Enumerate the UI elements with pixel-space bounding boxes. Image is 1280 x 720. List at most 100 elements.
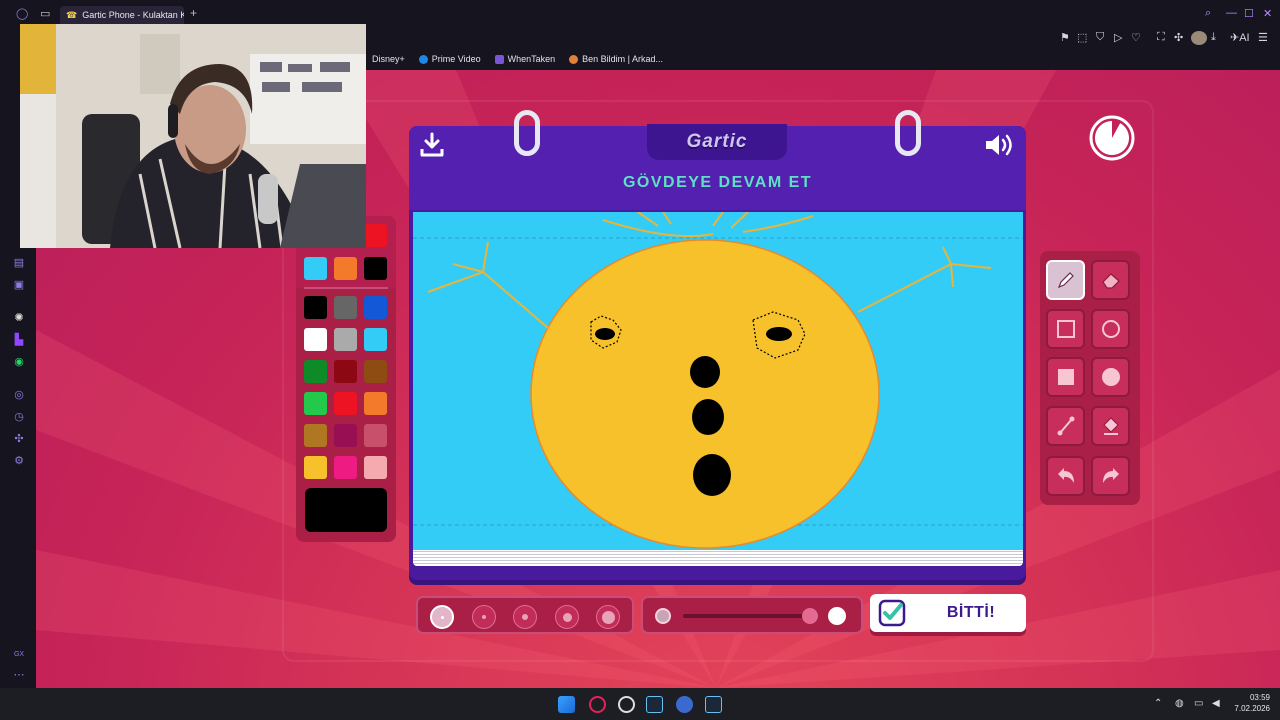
color-swatch[interactable] bbox=[364, 257, 387, 280]
start-windows-icon[interactable] bbox=[558, 696, 575, 713]
color-swatch[interactable] bbox=[364, 296, 387, 319]
size-dot bbox=[562, 612, 572, 622]
rectangle-fill-tool-button[interactable] bbox=[1046, 357, 1085, 397]
sidebar-gx-icon[interactable]: GX bbox=[12, 648, 26, 662]
avatar[interactable] bbox=[1191, 31, 1207, 45]
color-swatch[interactable] bbox=[364, 360, 387, 383]
color-swatch[interactable] bbox=[364, 224, 387, 247]
color-swatch[interactable] bbox=[334, 257, 357, 280]
brush-size-3-button[interactable] bbox=[513, 605, 537, 629]
sidebar-extensions-icon[interactable]: ✣ bbox=[12, 432, 26, 446]
brush-size-4-button[interactable] bbox=[555, 605, 579, 629]
tab-menu-icon[interactable]: ▭ bbox=[40, 7, 50, 20]
play-icon[interactable]: ▷ bbox=[1114, 31, 1122, 44]
tray-chevron-up-icon[interactable]: ⌃ bbox=[1154, 698, 1162, 709]
brush-size-1-button[interactable] bbox=[430, 605, 454, 629]
redo-button[interactable] bbox=[1091, 456, 1130, 496]
menu-icon[interactable]: ☰ bbox=[1258, 31, 1268, 44]
sidebar-settings-icon[interactable]: ⚙ bbox=[12, 454, 26, 468]
taskbar-steam-2-icon[interactable] bbox=[705, 696, 722, 713]
wallet-icon[interactable]: ⛶ bbox=[1157, 31, 1165, 44]
taskbar-obs-icon[interactable] bbox=[618, 696, 635, 713]
color-swatch[interactable] bbox=[334, 360, 357, 383]
sidebar-more-icon[interactable]: ⋯ bbox=[12, 668, 26, 682]
color-swatch[interactable] bbox=[304, 328, 327, 351]
download-icon[interactable] bbox=[419, 132, 445, 158]
check-icon bbox=[878, 599, 906, 627]
sidebar-twitch-icon[interactable]: ▙ bbox=[12, 333, 26, 347]
tray-volume-icon[interactable]: ◀ bbox=[1212, 698, 1220, 709]
color-swatch[interactable] bbox=[364, 424, 387, 447]
color-swatch[interactable] bbox=[334, 456, 357, 479]
whentaken-icon bbox=[494, 54, 504, 64]
rectangle-outline-tool-button[interactable] bbox=[1046, 309, 1085, 349]
minimize-icon[interactable]: — bbox=[1226, 7, 1237, 19]
color-swatch[interactable] bbox=[304, 456, 327, 479]
fill-bucket-tool-button[interactable] bbox=[1091, 406, 1130, 446]
done-button[interactable]: BİTTİ! bbox=[870, 594, 1026, 632]
redo-icon bbox=[1102, 468, 1119, 483]
sidebar-chatgpt-icon[interactable]: ✺ bbox=[12, 311, 26, 325]
tray-network-icon[interactable]: ▭ bbox=[1194, 698, 1203, 709]
line-tool-button[interactable] bbox=[1046, 406, 1085, 446]
ellipse-outline-icon bbox=[1101, 320, 1120, 338]
color-swatch[interactable] bbox=[364, 392, 387, 415]
shield-icon[interactable]: ⛉ bbox=[1096, 31, 1104, 44]
heart-icon[interactable]: ♡ bbox=[1131, 31, 1141, 44]
sidebar-aria-icon[interactable]: ◎ bbox=[12, 388, 26, 402]
palette-divider bbox=[304, 287, 388, 289]
ellipse-fill-tool-button[interactable] bbox=[1091, 357, 1130, 397]
bookmark-ben-bildim[interactable]: Ben Bildim | Arkad... bbox=[569, 54, 663, 64]
bookmark-prime-video[interactable]: Prime Video bbox=[418, 54, 481, 64]
notebook-ring-right bbox=[895, 110, 921, 156]
browser-tab-gartic[interactable]: ☎ Gartic Phone - Kulaktan Ku bbox=[60, 6, 184, 24]
color-swatch[interactable] bbox=[304, 392, 327, 415]
aria-ai-icon[interactable]: ✈AI bbox=[1230, 31, 1250, 44]
maximize-icon[interactable]: ☐ bbox=[1244, 7, 1254, 20]
pencil-icon bbox=[1057, 272, 1074, 289]
current-color-preview[interactable] bbox=[305, 488, 387, 532]
sidebar-mail-icon[interactable]: ▣ bbox=[12, 278, 26, 292]
bookmark-whentaken[interactable]: WhenTaken bbox=[494, 54, 556, 64]
new-tab-button[interactable]: + bbox=[190, 6, 197, 20]
color-swatch[interactable] bbox=[304, 360, 327, 383]
color-swatch[interactable] bbox=[334, 424, 357, 447]
snapshot-icon[interactable]: ⬚ bbox=[1077, 31, 1087, 44]
pencil-tool-button[interactable] bbox=[1046, 260, 1085, 300]
color-swatch[interactable] bbox=[304, 296, 327, 319]
bookmark-label: WhenTaken bbox=[507, 54, 556, 64]
pin-icon[interactable]: ⚑ bbox=[1060, 31, 1070, 44]
sidebar-history-icon[interactable]: ◷ bbox=[12, 410, 26, 424]
color-swatch[interactable] bbox=[304, 424, 327, 447]
opacity-track[interactable] bbox=[683, 614, 813, 618]
opacity-slider-handle[interactable] bbox=[802, 608, 818, 624]
tray-microphone-icon[interactable]: ◍ bbox=[1175, 698, 1184, 709]
extensions-icon[interactable]: ✣ bbox=[1174, 31, 1183, 44]
opera-logo-icon[interactable]: ◯ bbox=[16, 7, 28, 20]
ellipse-outline-tool-button[interactable] bbox=[1091, 309, 1130, 349]
color-swatch[interactable] bbox=[364, 456, 387, 479]
brush-size-2-button[interactable] bbox=[472, 605, 496, 629]
search-icon[interactable]: ⌕ bbox=[1205, 7, 1211, 20]
download-toolbar-icon[interactable]: ⤓ bbox=[1211, 31, 1216, 44]
undo-button[interactable] bbox=[1046, 456, 1085, 496]
close-icon[interactable]: ✕ bbox=[1263, 7, 1272, 20]
system-clock[interactable]: 03:59 7.02.2026 bbox=[1234, 692, 1270, 714]
color-swatch[interactable] bbox=[334, 328, 357, 351]
color-swatch[interactable] bbox=[304, 257, 327, 280]
brush-size-5-button[interactable] bbox=[596, 605, 620, 629]
color-swatch[interactable] bbox=[334, 296, 357, 319]
color-swatch[interactable] bbox=[334, 392, 357, 415]
drawing-canvas[interactable] bbox=[413, 212, 1023, 550]
taskbar-steam-icon[interactable] bbox=[646, 696, 663, 713]
eraser-tool-button[interactable] bbox=[1091, 260, 1130, 300]
sidebar-twitch-alt-icon[interactable]: ▤ bbox=[12, 256, 26, 270]
color-swatch[interactable] bbox=[364, 328, 387, 351]
brush-size-selector bbox=[416, 596, 634, 634]
taskbar-app-icon[interactable] bbox=[676, 696, 693, 713]
sidebar-whatsapp-icon[interactable]: ◉ bbox=[12, 355, 26, 369]
taskbar-opera-gx-icon[interactable] bbox=[589, 696, 606, 713]
bookmark-disney[interactable]: Disney+ bbox=[372, 54, 405, 64]
volume-icon[interactable] bbox=[984, 132, 1016, 158]
bookmarks-bar: Disney+ Prime Video WhenTaken Ben Bildim… bbox=[366, 48, 1280, 70]
